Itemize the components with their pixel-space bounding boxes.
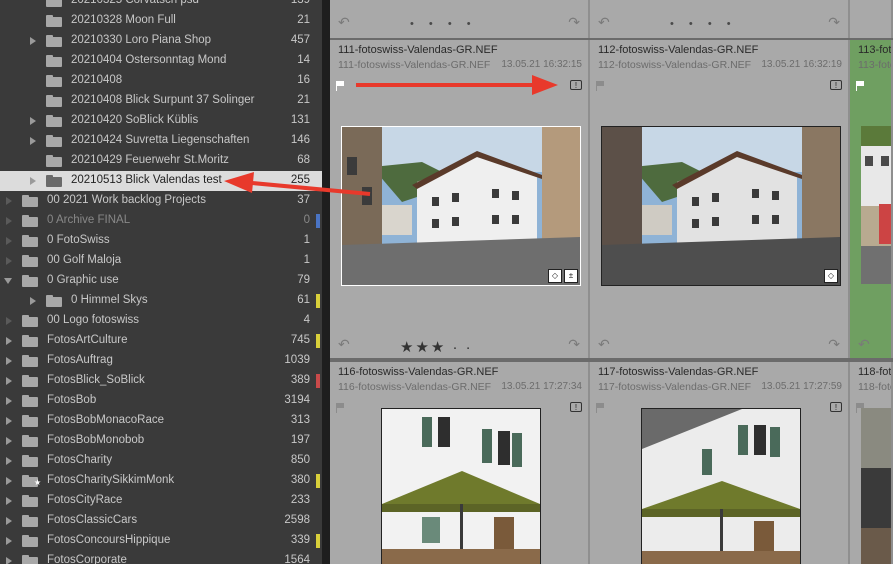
annotation-arrow — [356, 75, 558, 95]
annotation-overlay — [224, 75, 558, 196]
annotation-arrow — [224, 172, 371, 196]
